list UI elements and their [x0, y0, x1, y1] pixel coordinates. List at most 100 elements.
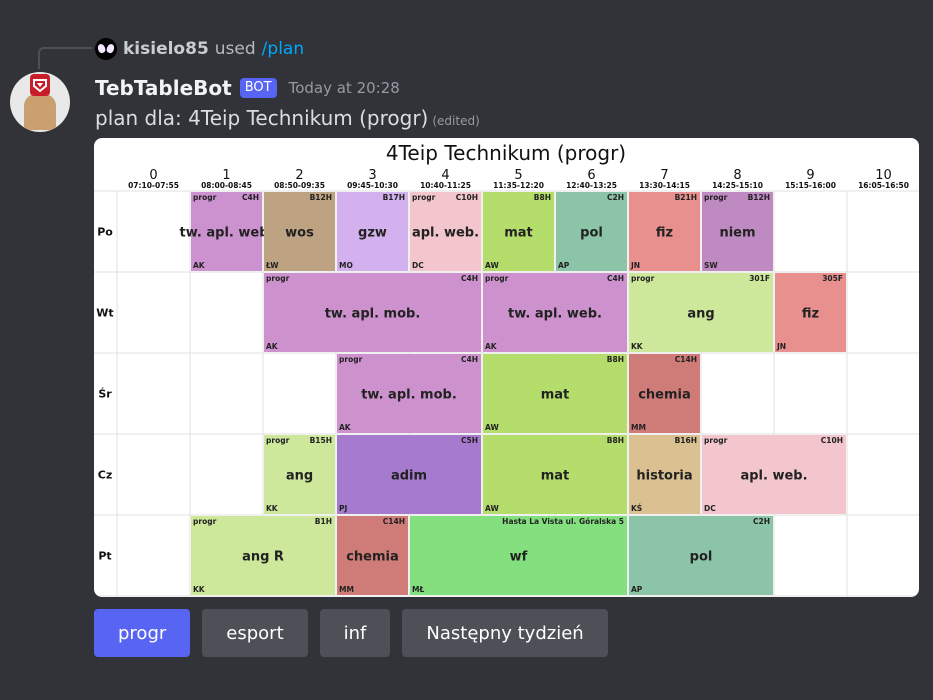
- lesson-room: C4H: [461, 274, 478, 283]
- lesson-name: tw. apl. web.: [180, 226, 274, 241]
- lesson-name: mat: [504, 226, 533, 241]
- lesson-teacher: AW: [485, 261, 499, 270]
- lesson-room: C2H: [753, 517, 770, 526]
- lesson-room: C14H: [675, 355, 697, 364]
- lesson-name: mat: [541, 388, 570, 403]
- lesson-room: C4H: [242, 193, 259, 202]
- lesson-teacher: PJ: [339, 504, 347, 513]
- lesson-name: tw. apl. mob.: [361, 388, 457, 403]
- lesson-teacher: DC: [704, 504, 716, 513]
- lesson-room: B8H: [607, 355, 624, 364]
- lesson-teacher: KK: [631, 342, 644, 351]
- lesson-group: progr: [412, 193, 436, 202]
- period-time: 09:45-10:30: [347, 181, 398, 190]
- command-reply-header: kisielo85 used /plan: [95, 38, 304, 60]
- lesson-room: B17H: [383, 193, 405, 202]
- lesson-room: 301F: [749, 274, 770, 283]
- lesson-room: B21H: [675, 193, 697, 202]
- timetable-image[interactable]: 4Teip Technikum (progr) 0 07:10-07:55 1 08:0…: [94, 138, 919, 597]
- lesson-room: B1H: [315, 517, 332, 526]
- lesson-room: B15H: [310, 436, 332, 445]
- lesson-group: progr: [485, 274, 509, 283]
- message-timestamp[interactable]: Today at 20:28: [289, 79, 400, 97]
- lesson-group: progr: [193, 517, 217, 526]
- lesson-name: ang R: [242, 550, 284, 565]
- lesson-name: ang: [286, 469, 313, 484]
- reply-connector: [38, 47, 92, 69]
- lesson-name: ang: [687, 307, 714, 322]
- lesson-name: apl. web.: [412, 226, 479, 241]
- lesson-name: pol: [690, 550, 713, 565]
- lesson-name: pol: [580, 226, 603, 241]
- lesson-teacher: MO: [339, 261, 353, 270]
- lesson-teacher: SW: [704, 261, 718, 270]
- period-time: 14:25-15:10: [712, 181, 763, 190]
- message-header: TebTableBot BOT Today at 20:28: [95, 74, 400, 102]
- lesson-group: progr: [704, 436, 728, 445]
- lesson-name: mat: [541, 469, 570, 484]
- button-progr[interactable]: progr: [94, 609, 191, 657]
- timetable-svg: 4Teip Technikum (progr)007:10-07:55108:0…: [94, 141, 919, 597]
- lesson-room: B8H: [534, 193, 551, 202]
- period-time: 15:15-16:00: [785, 181, 836, 190]
- lesson-name: wos: [285, 226, 314, 241]
- lesson-name: chemia: [346, 550, 399, 565]
- lesson-name: fiz: [802, 307, 819, 322]
- lesson-room: C10H: [821, 436, 843, 445]
- lesson-room: C4H: [607, 274, 624, 283]
- lesson-group: progr: [266, 274, 290, 283]
- lesson-room: B12H: [310, 193, 332, 202]
- lesson-teacher: KŚ: [631, 504, 642, 513]
- lesson-group: progr: [704, 193, 728, 202]
- lesson-room: C2H: [607, 193, 624, 202]
- lesson-name: tw. apl. mob.: [325, 307, 421, 322]
- lesson-teacher: AK: [485, 342, 498, 351]
- day-label: Śr: [98, 388, 112, 401]
- lesson-teacher: DC: [412, 261, 424, 270]
- lesson-teacher: AP: [558, 261, 570, 270]
- period-time: 12:40-13:25: [566, 181, 617, 190]
- lesson-name: chemia: [638, 388, 691, 403]
- lesson-room: B12H: [748, 193, 770, 202]
- lesson-name: niem: [719, 226, 755, 241]
- lesson-group: progr: [339, 355, 363, 364]
- lesson-group: progr: [631, 274, 655, 283]
- lesson-room: B16H: [675, 436, 697, 445]
- message-text: plan dla: 4Teip Technikum (progr): [95, 106, 429, 130]
- lesson-teacher: ŁW: [265, 261, 279, 270]
- lesson-name: fiz: [656, 226, 673, 241]
- period-time: 11:35-12:20: [493, 181, 544, 190]
- lesson-teacher: KK: [193, 585, 206, 594]
- reply-username[interactable]: kisielo85: [123, 39, 209, 59]
- lesson-room: C4H: [461, 355, 478, 364]
- button-inf[interactable]: inf: [319, 609, 391, 657]
- lesson-name: adim: [391, 469, 427, 484]
- button-esport[interactable]: esport: [202, 609, 308, 657]
- lesson-room: C14H: [383, 517, 405, 526]
- bot-name[interactable]: TebTableBot: [95, 76, 232, 100]
- lesson-teacher: MŁ: [412, 585, 424, 594]
- day-label: Po: [97, 226, 113, 239]
- timetable-title: 4Teip Technikum (progr): [386, 141, 626, 165]
- lesson-name: apl. web.: [740, 469, 807, 484]
- period-time: 10:40-11:25: [420, 181, 471, 190]
- lesson-teacher: AK: [193, 261, 206, 270]
- lesson-name: gzw: [358, 226, 387, 241]
- lesson-teacher: MM: [631, 423, 646, 432]
- button-następny-tydzień[interactable]: Następny tydzień: [402, 609, 608, 657]
- lesson-group: progr: [266, 436, 290, 445]
- period-time: 16:05-16:50: [858, 181, 909, 190]
- bot-avatar[interactable]: [10, 72, 70, 132]
- lesson-teacher: AW: [485, 423, 499, 432]
- lesson-room: 305F: [822, 274, 843, 283]
- lesson-teacher: AW: [485, 504, 499, 513]
- slash-command-link[interactable]: /plan: [262, 39, 304, 59]
- period-time: 07:10-07:55: [128, 181, 179, 190]
- lesson-teacher: JN: [630, 261, 640, 270]
- lesson-name: tw. apl. web.: [508, 307, 602, 322]
- lesson-room: B8H: [607, 436, 624, 445]
- lesson-name: historia: [636, 469, 692, 484]
- bot-badge: BOT: [239, 78, 277, 98]
- user-avatar[interactable]: [95, 38, 117, 60]
- day-label: Wt: [96, 307, 113, 320]
